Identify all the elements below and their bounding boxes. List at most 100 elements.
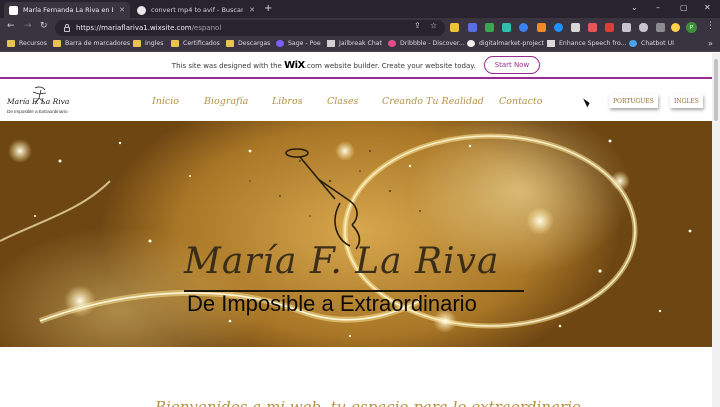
- bookmark-label: Ingles: [145, 40, 164, 47]
- nav-clases[interactable]: Clases: [327, 96, 358, 107]
- bookmark-jailbreak[interactable]: Jailbreak Chat: [327, 40, 382, 47]
- extension-icon[interactable]: [605, 23, 614, 32]
- back-arrow-icon[interactable]: ←: [7, 21, 15, 31]
- wix-banner-text: This site was designed with the WiX.com …: [172, 60, 476, 71]
- browser-toolbar: ← → ↻ https://mariaflariva1.wixsite.com /…: [0, 18, 720, 38]
- profile-avatar[interactable]: P: [686, 22, 697, 33]
- tab-wix-site[interactable]: María Fernanda La Riva en Españ ✕: [4, 2, 130, 18]
- folder-icon: [53, 40, 61, 47]
- bookmark-sage-poe[interactable]: Sage - Poe: [276, 40, 321, 47]
- bookmark-certificados[interactable]: Certificados: [171, 40, 220, 47]
- bookmarks-overflow-icon[interactable]: »: [708, 39, 713, 48]
- extension-icon[interactable]: [588, 23, 597, 32]
- extension-icon[interactable]: [502, 23, 511, 32]
- bookmark-label: digitalmarket-project: [479, 40, 544, 47]
- tab-bing-search[interactable]: convert mp4 to avif - Buscar con ✕: [132, 2, 260, 18]
- minimize-button[interactable]: –: [656, 3, 660, 12]
- maximize-button[interactable]: ▢: [680, 3, 688, 12]
- folder-icon: [171, 40, 179, 47]
- tab-search-icon[interactable]: ⌄: [631, 3, 638, 12]
- logo-name: María F. La Riva: [7, 97, 70, 106]
- site-header: María F. La Riva De Imposible a Extraord…: [0, 81, 712, 121]
- extension-icon[interactable]: [519, 23, 528, 32]
- tab-title: María Fernanda La Riva en Españ: [23, 6, 113, 14]
- bookmark-label: Recursos: [19, 40, 47, 47]
- bookmarks-bar: Recursos Barra de marcadores Ingles Cert…: [0, 38, 720, 52]
- page-scrollbar[interactable]: [712, 53, 720, 407]
- nav-libros[interactable]: Libros: [272, 96, 303, 107]
- close-tab-icon[interactable]: ✕: [119, 6, 125, 14]
- url-host: https://mariaflariva1.wixsite.com: [76, 24, 192, 32]
- poe-icon: [276, 40, 284, 47]
- github-icon: [467, 40, 475, 47]
- side-panel-icon[interactable]: [656, 23, 665, 32]
- tab-title: convert mp4 to avif - Buscar con: [151, 6, 244, 14]
- bookmark-label: Barra de marcadores: [65, 40, 131, 47]
- wix-logo: WiX: [284, 59, 305, 71]
- bookmark-label: Jailbreak Chat: [339, 40, 382, 47]
- lang-portugues-button[interactable]: PORTUGUES: [609, 94, 658, 108]
- extension-icon[interactable]: [554, 23, 563, 32]
- nav-biografia[interactable]: Biografía: [204, 96, 248, 107]
- address-bar[interactable]: https://mariaflariva1.wixsite.com/espano…: [55, 20, 445, 36]
- nav-inicio[interactable]: Inicio: [152, 96, 179, 107]
- lock-icon: [64, 23, 70, 32]
- close-tab-icon[interactable]: ✕: [249, 6, 255, 14]
- start-now-button[interactable]: Start Now: [483, 56, 541, 74]
- folder-icon: [133, 40, 141, 47]
- search-favicon-icon: [137, 5, 146, 15]
- menu-kebab-icon[interactable]: ⋮: [706, 21, 715, 31]
- bookmark-recursos[interactable]: Recursos: [7, 40, 47, 47]
- site-logo[interactable]: María F. La Riva De Imposible a Extraord…: [5, 84, 75, 118]
- reload-icon[interactable]: ↻: [40, 21, 48, 31]
- chatbot-icon: [629, 40, 637, 47]
- bookmark-ingles[interactable]: Ingles: [133, 40, 163, 47]
- wix-text-after: .com website builder. Create your websit…: [304, 61, 476, 70]
- web-page: This site was designed with the WiX.com …: [0, 53, 712, 407]
- wix-text-before: This site was designed with the: [171, 61, 285, 70]
- bookmark-enhance[interactable]: Enhance Speech fro...: [547, 40, 627, 47]
- bookmark-label: Sage - Poe: [288, 40, 321, 47]
- share-icon[interactable]: ⇪: [414, 21, 421, 30]
- folder-icon: [7, 40, 15, 47]
- wix-banner: This site was designed with the WiX.com …: [0, 53, 712, 79]
- nav-creando-tu-realidad[interactable]: Creando Tu Realidad: [382, 96, 484, 107]
- bookmark-label: Certificados: [183, 40, 220, 47]
- close-window-button[interactable]: ✕: [704, 3, 711, 12]
- dribbble-icon: [388, 40, 396, 47]
- extension-icon[interactable]: [671, 23, 680, 32]
- puzzle-extensions-icon[interactable]: [622, 23, 631, 32]
- scrollbar-thumb[interactable]: [714, 59, 718, 121]
- url-path: /espanol: [191, 24, 222, 32]
- hero-title: María F. La Riva: [184, 241, 500, 282]
- content-section: Bienvenidos a mi web, tu espacio para lo…: [0, 347, 712, 407]
- bookmark-descargas[interactable]: Descargas: [226, 40, 270, 47]
- nav-contacto[interactable]: Contacto: [499, 96, 542, 107]
- bookmark-label: Enhance Speech fro...: [559, 40, 627, 47]
- extension-icon[interactable]: [468, 23, 477, 32]
- media-icon[interactable]: [639, 23, 648, 32]
- extension-icon[interactable]: [450, 23, 459, 32]
- jailbreak-icon: [327, 40, 335, 47]
- bookmark-chatbot[interactable]: Chatbot UI: [629, 40, 674, 47]
- bookmark-barra[interactable]: Barra de marcadores: [53, 40, 130, 47]
- browser-tab-strip: María Fernanda La Riva en Españ ✕ conver…: [0, 0, 720, 18]
- bookmark-dribbble[interactable]: Dribbble - Discover...: [388, 40, 465, 47]
- bookmark-label: Descargas: [238, 40, 271, 47]
- bookmark-label: Dribbble - Discover...: [400, 40, 465, 47]
- extension-icon[interactable]: [571, 23, 580, 32]
- bookmark-star-icon[interactable]: ☆: [430, 21, 437, 30]
- logo-tagline: De Imposible a Extraordinario: [7, 109, 68, 114]
- extension-icon[interactable]: [485, 23, 494, 32]
- lang-ingles-button[interactable]: INGLES: [670, 94, 703, 108]
- forward-arrow-icon[interactable]: →: [24, 21, 32, 31]
- section-heading: Bienvenidos a mi web, tu espacio para lo…: [155, 398, 581, 407]
- extension-icon[interactable]: [537, 23, 546, 32]
- bookmark-github[interactable]: digitalmarket-project: [467, 40, 544, 47]
- new-tab-button[interactable]: +: [264, 3, 272, 14]
- bookmark-label: Chatbot UI: [641, 40, 674, 47]
- folder-icon: [226, 40, 234, 47]
- dancer-figure: [285, 148, 361, 250]
- wix-favicon-icon: [9, 5, 18, 15]
- hero-banner: María F. La Riva De Imposible a Extraord…: [0, 121, 712, 347]
